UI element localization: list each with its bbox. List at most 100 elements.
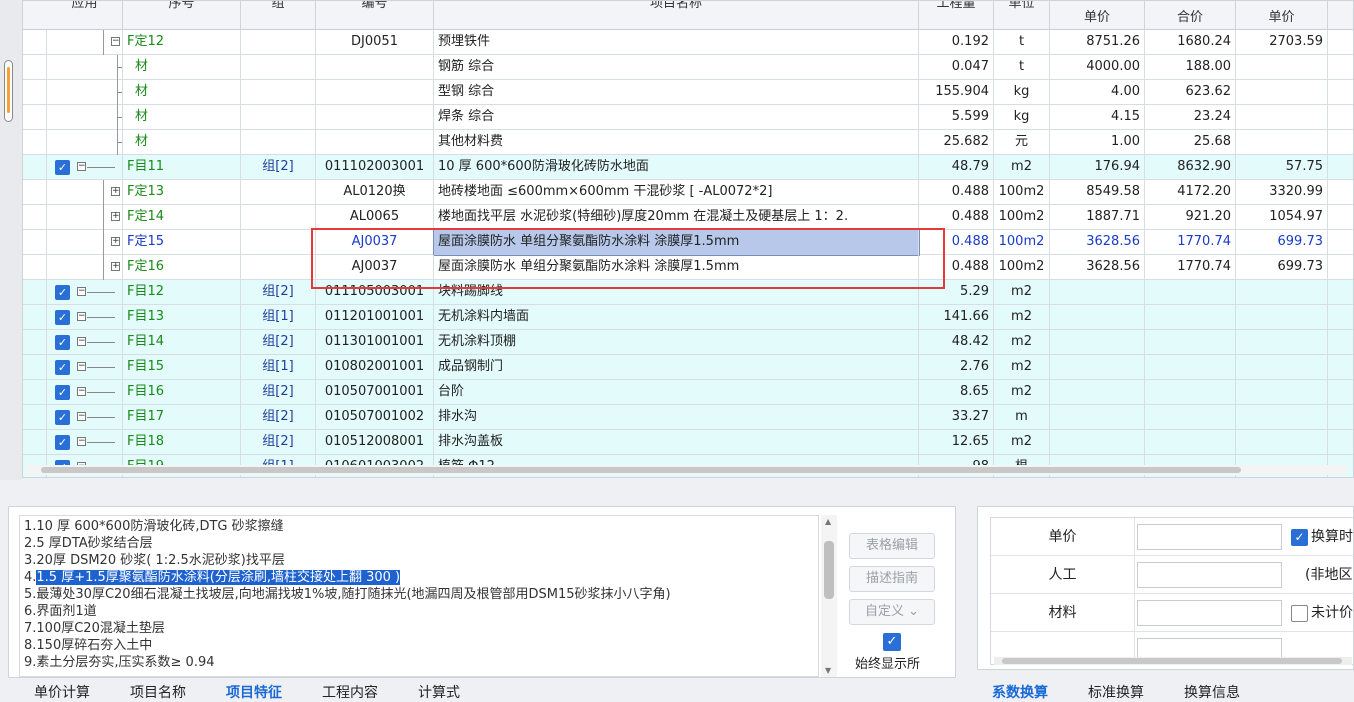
row-checkbox[interactable]: ✓	[55, 410, 70, 425]
qty-cell[interactable]: 48.79	[919, 155, 994, 180]
left-scroll-thumb[interactable]	[4, 60, 13, 122]
qty-cell[interactable]: 8.65	[919, 380, 994, 405]
coefficient-hscroll-thumb[interactable]	[1002, 658, 1342, 664]
unit-price-cell[interactable]: 4.00	[1050, 80, 1145, 105]
seq-cell[interactable]: F目16	[123, 380, 241, 405]
code-cell[interactable]: 011201001001	[316, 305, 434, 330]
expand-icon[interactable]: +	[111, 212, 120, 221]
name-cell[interactable]: 地砖楼地面 ≤600mm×600mm 干混砂浆 [ -AL0072*2]	[434, 180, 919, 205]
table-row[interactable]: 材 钢筋 综合 0.047 t 4000.00 188.00	[23, 55, 1353, 80]
unit-cell[interactable]: t	[994, 30, 1050, 55]
unit-price-cell[interactable]: 1.00	[1050, 130, 1145, 155]
extra-cell[interactable]	[1328, 205, 1353, 230]
unit-cell[interactable]: m2	[994, 280, 1050, 305]
feature-description-text[interactable]: 1.10 厚 600*600防滑玻化砖,DTG 砂浆擦缝 2.5 厚DTA砂浆结合…	[19, 515, 819, 677]
tree-cell[interactable]: ✓−	[47, 305, 123, 330]
unit-price-2-cell[interactable]	[1236, 55, 1328, 80]
always-show-checkbox[interactable]: ✓	[883, 633, 901, 651]
unit-cell[interactable]: m2	[994, 355, 1050, 380]
qty-cell[interactable]: 33.27	[919, 405, 994, 430]
total-cell[interactable]	[1145, 405, 1236, 430]
name-cell[interactable]: 排水沟盖板	[434, 430, 919, 455]
row-indicator[interactable]	[23, 205, 47, 230]
group-cell[interactable]: 组[2]	[241, 330, 316, 355]
qty-cell[interactable]: 0.488	[919, 180, 994, 205]
expand-icon[interactable]: +	[111, 262, 120, 271]
table-row[interactable]: ✓ − F目14 组[2] 011301001001 无机涂料顶棚 48.42 m2	[23, 330, 1353, 355]
seq-cell[interactable]: 材	[123, 130, 241, 155]
tree-cell[interactable]: +	[47, 230, 123, 255]
table-row[interactable]: ✓ − F目15 组[1] 010802001001 成品钢制门 2.76 m2	[23, 355, 1353, 380]
unit-price-cell[interactable]	[1050, 380, 1145, 405]
unit-price-cell[interactable]	[1050, 280, 1145, 305]
total-cell[interactable]: 4172.20	[1145, 180, 1236, 205]
row-indicator[interactable]	[23, 30, 47, 55]
tab-3[interactable]: 工程内容	[322, 682, 378, 702]
seq-cell[interactable]: F目13	[123, 305, 241, 330]
collapse-icon[interactable]: −	[77, 387, 86, 396]
total-cell[interactable]	[1145, 430, 1236, 455]
table-row[interactable]: 材 型钢 综合 155.904 kg 4.00 623.62	[23, 80, 1353, 105]
unit-price-2-cell[interactable]: 57.75	[1236, 155, 1328, 180]
tree-cell[interactable]: +	[47, 255, 123, 280]
qty-cell[interactable]: 2.76	[919, 355, 994, 380]
unit-price-cell[interactable]	[1050, 405, 1145, 430]
table-row[interactable]: − F定12 DJ0051 预埋铁件 0.192 t 8751.26 1680.24 2703.…	[23, 30, 1353, 55]
tree-cell[interactable]	[47, 130, 123, 155]
group-cell[interactable]	[241, 105, 316, 130]
group-cell[interactable]	[241, 255, 316, 280]
name-cell[interactable]: 钢筋 综合	[434, 55, 919, 80]
tree-cell[interactable]: ✓−	[47, 405, 123, 430]
right-tab-2[interactable]: 换算信息	[1184, 682, 1240, 702]
code-cell[interactable]: 010802001001	[316, 355, 434, 380]
unit-cell[interactable]: 100m2	[994, 205, 1050, 230]
seq-cell[interactable]: F定12	[123, 30, 241, 55]
extra-cell[interactable]	[1328, 380, 1353, 405]
tree-cell[interactable]	[47, 80, 123, 105]
extra-cell[interactable]	[1328, 280, 1353, 305]
seq-cell[interactable]: 材	[123, 55, 241, 80]
group-cell[interactable]	[241, 80, 316, 105]
row-indicator[interactable]	[23, 330, 47, 355]
group-cell[interactable]: 组[2]	[241, 155, 316, 180]
unit-price-2-cell[interactable]: 699.73	[1236, 230, 1328, 255]
total-cell[interactable]	[1145, 305, 1236, 330]
group-cell[interactable]	[241, 230, 316, 255]
unit-price-2-cell[interactable]: 1054.97	[1236, 205, 1328, 230]
unit-price-2-cell[interactable]	[1236, 305, 1328, 330]
group-cell[interactable]: 组[2]	[241, 430, 316, 455]
expand-icon[interactable]: +	[111, 187, 120, 196]
table-row[interactable]: ✓ − F目13 组[1] 011201001001 无机涂料内墙面 141.66 m2	[23, 305, 1353, 330]
qty-cell[interactable]: 0.488	[919, 205, 994, 230]
row-indicator[interactable]	[23, 180, 47, 205]
qty-cell[interactable]: 5.599	[919, 105, 994, 130]
unit-price-2-cell[interactable]	[1236, 105, 1328, 130]
qty-cell[interactable]: 0.047	[919, 55, 994, 80]
unit-price-cell[interactable]: 3628.56	[1050, 255, 1145, 280]
row-checkbox[interactable]: ✓	[55, 160, 70, 175]
group-cell[interactable]: 组[2]	[241, 405, 316, 430]
total-cell[interactable]: 623.62	[1145, 80, 1236, 105]
unit-cell[interactable]: m2	[994, 380, 1050, 405]
name-cell[interactable]: 焊条 综合	[434, 105, 919, 130]
unit-price-cell[interactable]	[1050, 305, 1145, 330]
unit-cell[interactable]: m2	[994, 155, 1050, 180]
table-edit-button[interactable]: 表格编辑	[849, 533, 935, 559]
expand-icon[interactable]: +	[111, 237, 120, 246]
seq-cell[interactable]: F目14	[123, 330, 241, 355]
unit-price-cell[interactable]: 4000.00	[1050, 55, 1145, 80]
unit-cell[interactable]: 元	[994, 130, 1050, 155]
unit-cell[interactable]: 100m2	[994, 230, 1050, 255]
row-indicator[interactable]	[23, 355, 47, 380]
unit-cell[interactable]: kg	[994, 80, 1050, 105]
row-indicator[interactable]	[23, 280, 47, 305]
total-cell[interactable]: 1770.74	[1145, 230, 1236, 255]
total-cell[interactable]	[1145, 330, 1236, 355]
code-cell[interactable]	[316, 55, 434, 80]
extra-cell[interactable]	[1328, 155, 1353, 180]
unit-price-2-cell[interactable]: 2703.59	[1236, 30, 1328, 55]
row-indicator[interactable]	[23, 155, 47, 180]
row-indicator[interactable]	[23, 405, 47, 430]
code-cell[interactable]: 011301001001	[316, 330, 434, 355]
coefficient-checkbox[interactable]	[1291, 605, 1308, 622]
